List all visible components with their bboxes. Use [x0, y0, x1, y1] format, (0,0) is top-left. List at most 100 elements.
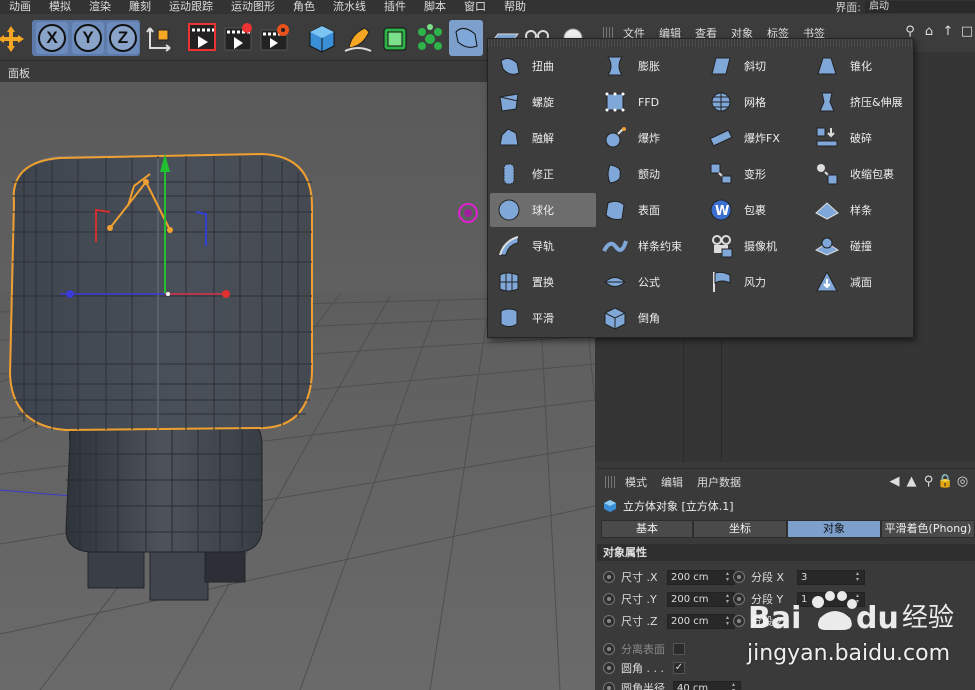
- size-x-field[interactable]: 200 cm: [667, 569, 735, 585]
- bend-icon: [496, 53, 522, 79]
- deformer-item-bulge[interactable]: 膨胀: [596, 49, 702, 83]
- deformer-item-surface[interactable]: 表面: [596, 193, 702, 227]
- deformer-button[interactable]: [449, 20, 483, 56]
- deformer-item-ffd[interactable]: FFD: [596, 85, 702, 119]
- separate-surfaces-label: 分离表面: [621, 643, 665, 656]
- deformer-item-polygon-reduction[interactable]: 减面: [808, 265, 914, 299]
- am-menu-mode[interactable]: 模式: [625, 474, 647, 490]
- fillet-radius-field[interactable]: 40 cm: [673, 680, 741, 690]
- layout-dropdown[interactable]: 启动: [865, 1, 975, 13]
- animate-radio[interactable]: [603, 662, 615, 674]
- shrink-wrap-icon: [814, 161, 840, 187]
- menu-plugins[interactable]: 插件: [375, 0, 415, 14]
- deformer-item-shrink-wrap[interactable]: 收缩包裹: [808, 157, 914, 191]
- deformer-item-bevel[interactable]: 倒角: [596, 301, 702, 335]
- panel-menu[interactable]: 面板: [8, 65, 30, 81]
- deformer-item-label: 球化: [532, 204, 554, 217]
- attribute-tabs: 基本 坐标 对象 平滑着色(Phong): [601, 520, 975, 538]
- menu-mograph[interactable]: 运动图形: [222, 0, 284, 14]
- animate-radio[interactable]: [603, 682, 615, 690]
- deformer-item-camera[interactable]: 摄像机: [702, 229, 808, 263]
- deformer-item-explosion-fx[interactable]: 爆炸FX: [702, 121, 808, 155]
- deformer-item-spherify[interactable]: 球化: [490, 193, 596, 227]
- menu-help[interactable]: 帮助: [495, 0, 535, 14]
- up-arrow-icon[interactable]: ▲: [903, 474, 920, 490]
- deformer-item-morph[interactable]: 变形: [702, 157, 808, 191]
- fillet-checkbox[interactable]: ✓: [673, 662, 685, 674]
- separate-surfaces-checkbox[interactable]: [673, 643, 685, 655]
- deformer-item-mesh[interactable]: 网格: [702, 85, 808, 119]
- menu-script[interactable]: 脚本: [415, 0, 455, 14]
- animate-radio[interactable]: [603, 643, 615, 655]
- deformer-item-rail[interactable]: 导轨: [490, 229, 596, 263]
- cloner-icon[interactable]: [413, 20, 447, 56]
- deformer-item-formula[interactable]: 公式: [596, 265, 702, 299]
- deformer-item-spline-wrap[interactable]: 样条约束: [596, 229, 702, 263]
- render-settings-icon[interactable]: [258, 20, 292, 56]
- tab-coordinates[interactable]: 坐标: [693, 520, 787, 538]
- new-window-icon[interactable]: □: [959, 24, 975, 40]
- layout-selector: 界面: 启动: [835, 0, 975, 14]
- am-menu-edit[interactable]: 编辑: [661, 474, 683, 490]
- coordinate-system-icon[interactable]: [142, 20, 176, 56]
- menu-simulate[interactable]: 模拟: [40, 0, 80, 14]
- deformer-item-taper[interactable]: 锥化: [808, 49, 914, 83]
- animate-radio[interactable]: [603, 571, 615, 583]
- menu-animation[interactable]: 动画: [0, 0, 40, 14]
- lock-icon[interactable]: 🔒: [937, 474, 954, 490]
- animate-radio[interactable]: [733, 571, 745, 583]
- deformer-item-correction[interactable]: 修正: [490, 157, 596, 191]
- deformer-item-melt[interactable]: 融解: [490, 121, 596, 155]
- deformer-item-spline[interactable]: 样条: [808, 193, 914, 227]
- deformer-item-wind[interactable]: 风力: [702, 265, 808, 299]
- animate-radio[interactable]: [603, 615, 615, 627]
- home-icon[interactable]: ⌂: [921, 24, 937, 40]
- deformer-item-wrap[interactable]: W 包裹: [702, 193, 808, 227]
- deformer-item-twist[interactable]: 螺旋: [490, 85, 596, 119]
- deformer-item-jiggle[interactable]: 颤动: [596, 157, 702, 191]
- render-picture-viewer-icon[interactable]: [222, 20, 256, 56]
- menu-sculpt[interactable]: 雕刻: [120, 0, 160, 14]
- deformer-item-collision[interactable]: 碰撞: [808, 229, 914, 263]
- polygon-reduction-icon: [814, 269, 840, 295]
- spline-wrap-icon: [602, 233, 628, 259]
- back-arrow-icon[interactable]: ◀: [886, 474, 903, 490]
- tab-object[interactable]: 对象: [787, 520, 881, 538]
- tab-basic[interactable]: 基本: [601, 520, 693, 538]
- deformer-item-squash-stretch[interactable]: 挤压&伸展: [808, 85, 914, 119]
- menu-character[interactable]: 角色: [284, 0, 324, 14]
- taper-icon: [814, 53, 840, 79]
- am-menu-user-data[interactable]: 用户数据: [697, 474, 741, 490]
- menu-motion-tracking[interactable]: 运动跟踪: [160, 0, 222, 14]
- deformer-item-explosion[interactable]: 爆炸: [596, 121, 702, 155]
- move-tool-icon[interactable]: [0, 20, 28, 56]
- deformer-item-displacer[interactable]: 置换: [490, 265, 596, 299]
- deformer-item-bend[interactable]: 扭曲: [490, 49, 596, 83]
- deformer-item-label: 融解: [532, 132, 554, 145]
- column-divider: [721, 338, 722, 462]
- menu-render[interactable]: 渲染: [80, 0, 120, 14]
- render-view-icon[interactable]: [186, 20, 220, 56]
- menu-pipeline[interactable]: 流水线: [324, 0, 375, 14]
- menu-tear-off-strip[interactable]: [488, 39, 913, 47]
- search-icon[interactable]: ⚲: [920, 474, 937, 490]
- arrow-up-icon[interactable]: ↑: [940, 24, 956, 40]
- deformer-item-shear[interactable]: 斜切: [702, 49, 808, 83]
- size-z-field[interactable]: 200 cm: [667, 613, 735, 629]
- menu-window[interactable]: 窗口: [455, 0, 495, 14]
- pen-spline-icon[interactable]: [341, 20, 375, 56]
- cube-primitive-icon[interactable]: [305, 20, 339, 56]
- segments-x-field[interactable]: 3: [797, 569, 865, 585]
- target-icon[interactable]: ◎: [954, 474, 971, 490]
- tab-phong[interactable]: 平滑着色(Phong): [881, 520, 975, 538]
- deformer-item-shatter[interactable]: 破碎: [808, 121, 914, 155]
- wrap-icon: W: [708, 197, 734, 223]
- size-y-field[interactable]: 200 cm: [667, 591, 735, 607]
- y-axis-button[interactable]: Y: [72, 22, 104, 54]
- z-axis-button[interactable]: Z: [107, 22, 139, 54]
- animate-radio[interactable]: [603, 593, 615, 605]
- deformer-item-smoothing[interactable]: 平滑: [490, 301, 596, 335]
- x-axis-button[interactable]: X: [36, 22, 68, 54]
- subdivision-surface-icon[interactable]: [378, 20, 412, 56]
- panel-grip-icon[interactable]: [605, 476, 617, 488]
